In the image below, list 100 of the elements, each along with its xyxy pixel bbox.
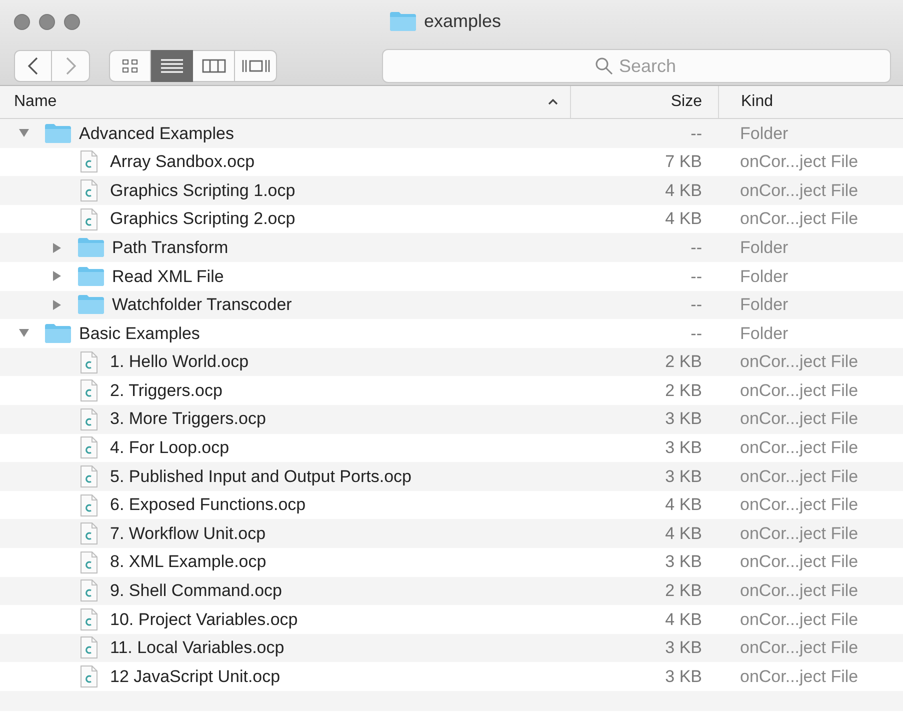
- document-icon: [80, 178, 98, 202]
- file-kind: onCor...ject File: [740, 352, 858, 372]
- file-name[interactable]: 11. Local Variables.ocp: [110, 635, 284, 661]
- file-size: 2 KB: [665, 352, 702, 372]
- file-name[interactable]: Graphics Scripting 2.ocp: [110, 206, 296, 232]
- file-size: --: [690, 238, 702, 257]
- folder-icon: [78, 266, 104, 287]
- column-header-cell[interactable]: Size: [570, 86, 718, 118]
- file-name[interactable]: 12 JavaScript Unit.ocp: [110, 664, 280, 690]
- file-name[interactable]: 9. Shell Command.ocp: [110, 578, 282, 604]
- document-icon: [80, 665, 98, 688]
- document-icon: [80, 350, 98, 374]
- file-size: 4 KB: [665, 180, 702, 200]
- file-size: 4 KB: [665, 495, 702, 514]
- document-icon: [80, 464, 98, 488]
- file-kind: onCor...ject File: [740, 409, 858, 428]
- file-kind: onCor...ject File: [740, 180, 858, 200]
- file-size: 3 KB: [665, 409, 702, 428]
- window-title: examples: [424, 10, 502, 33]
- file-name[interactable]: 5. Published Input and Output Ports.ocp: [110, 464, 412, 490]
- column-header-cell[interactable]: Name: [0, 86, 570, 118]
- file-name[interactable]: 6. Exposed Functions.ocp: [110, 492, 306, 518]
- collapsed-triangle-icon[interactable]: [51, 298, 63, 311]
- file-kind: onCor...ject File: [740, 581, 858, 600]
- document-icon: [80, 522, 98, 546]
- zoom-button[interactable]: [64, 14, 80, 30]
- column-header-cell[interactable]: Kind: [718, 86, 903, 118]
- file-size: 4 KB: [665, 610, 702, 629]
- document-icon: [80, 494, 98, 517]
- expanded-triangle-icon[interactable]: [18, 327, 30, 340]
- search-field[interactable]: Search: [382, 49, 891, 83]
- folder-icon: [78, 237, 104, 258]
- file-name[interactable]: 3. More Triggers.ocp: [110, 406, 266, 432]
- file-name[interactable]: 7. Workflow Unit.ocp: [110, 520, 266, 546]
- chevron-left-icon: [27, 56, 39, 76]
- file-name[interactable]: 1. Hello World.ocp: [110, 349, 249, 375]
- file-size: 3 KB: [665, 552, 702, 572]
- document-icon: [80, 208, 98, 231]
- document-icon: [80, 150, 98, 174]
- file-name[interactable]: Basic Examples: [79, 320, 200, 346]
- close-button[interactable]: [14, 14, 30, 30]
- file-size: 4 KB: [665, 524, 702, 543]
- file-kind: Folder: [740, 324, 788, 343]
- file-kind: onCor...ject File: [740, 466, 858, 486]
- file-size: 3 KB: [665, 666, 702, 686]
- file-kind: Folder: [740, 266, 788, 286]
- file-size: 4 KB: [665, 209, 702, 228]
- view-mode-button[interactable]: [109, 50, 151, 82]
- minimize-button[interactable]: [39, 14, 55, 30]
- list-icon: [160, 59, 182, 73]
- file-size: 7 KB: [665, 152, 702, 172]
- file-kind: onCor...ject File: [740, 495, 858, 514]
- document-icon: [80, 550, 98, 574]
- file-kind: Folder: [740, 238, 788, 257]
- file-size: --: [690, 266, 702, 286]
- folder-icon: [78, 294, 104, 316]
- file-name[interactable]: 8. XML Example.ocp: [110, 549, 266, 575]
- view-mode-button[interactable]: [151, 50, 193, 82]
- file-size: --: [690, 324, 702, 343]
- document-icon: [80, 608, 98, 631]
- sort-caret-icon[interactable]: [548, 99, 558, 105]
- file-size: 3 KB: [665, 638, 702, 658]
- file-name[interactable]: Read XML File: [112, 264, 224, 290]
- forward-button[interactable]: [52, 50, 90, 82]
- file-kind: onCor...ject File: [740, 524, 858, 543]
- file-name[interactable]: 4. For Loop.ocp: [110, 435, 230, 461]
- file-name[interactable]: Watchfolder Transcoder: [112, 292, 292, 318]
- file-name[interactable]: 10. Project Variables.ocp: [110, 606, 298, 632]
- file-size: --: [690, 124, 702, 143]
- file-kind: onCor...ject File: [740, 666, 858, 686]
- file-kind: onCor...ject File: [740, 610, 858, 629]
- file-kind: Folder: [740, 295, 788, 314]
- grid-icon: [122, 59, 138, 73]
- folder-icon: [45, 122, 71, 144]
- document-icon: [80, 379, 98, 402]
- file-kind: onCor...ject File: [740, 152, 858, 172]
- back-button[interactable]: [14, 50, 52, 82]
- file-kind: onCor...ject File: [740, 438, 858, 458]
- file-size: 2 KB: [665, 380, 702, 400]
- document-icon: [80, 579, 98, 602]
- file-kind: onCor...ject File: [740, 552, 858, 572]
- folder-icon: [45, 322, 71, 344]
- expanded-triangle-icon[interactable]: [18, 127, 30, 140]
- file-name[interactable]: Advanced Examples: [79, 120, 234, 146]
- file-name[interactable]: Path Transform: [112, 234, 228, 260]
- file-size: 2 KB: [665, 581, 702, 600]
- collapsed-triangle-icon[interactable]: [51, 270, 63, 282]
- file-name[interactable]: Array Sandbox.ocp: [110, 149, 255, 175]
- file-name[interactable]: Graphics Scripting 1.ocp: [110, 178, 296, 204]
- file-kind: onCor...ject File: [740, 380, 858, 400]
- document-icon: [80, 636, 98, 660]
- collapsed-triangle-icon[interactable]: [51, 242, 63, 254]
- file-size: 3 KB: [665, 466, 702, 486]
- coverflow-icon: [242, 58, 270, 74]
- view-mode-button[interactable]: [235, 50, 277, 82]
- file-kind: onCor...ject File: [740, 209, 858, 228]
- file-kind: Folder: [740, 124, 788, 143]
- view-mode-button[interactable]: [193, 50, 235, 82]
- file-name[interactable]: 2. Triggers.ocp: [110, 378, 222, 404]
- file-size: 3 KB: [665, 438, 702, 458]
